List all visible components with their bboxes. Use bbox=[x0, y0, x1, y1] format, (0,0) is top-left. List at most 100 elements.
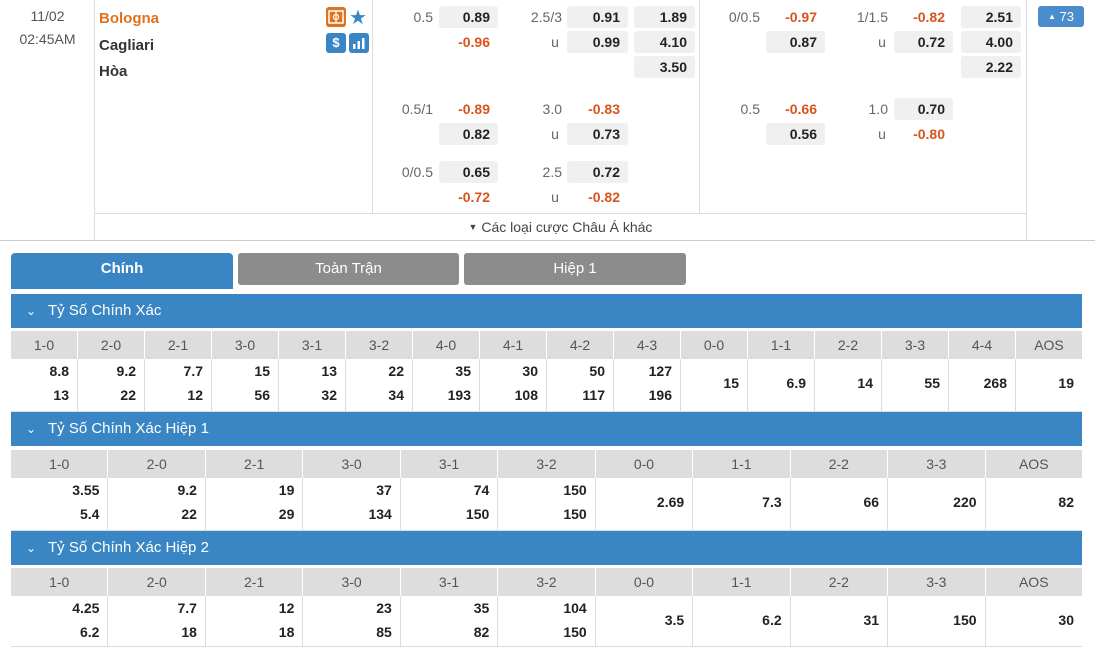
hdp-away-odds[interactable]: -0.72 bbox=[439, 186, 498, 208]
home-score-odds[interactable]: 12 bbox=[279, 600, 295, 616]
away-score-odds[interactable]: 34 bbox=[388, 387, 404, 403]
score-odds[interactable]: 7.3 bbox=[762, 494, 781, 510]
away-score-odds[interactable]: 134 bbox=[368, 506, 391, 522]
score-odds-cell[interactable]: 55 bbox=[882, 359, 949, 411]
home-score-odds[interactable]: 9.2 bbox=[177, 482, 196, 498]
score-odds-cell[interactable]: 9.2 22 bbox=[78, 359, 145, 411]
away-team[interactable]: Cagliari bbox=[99, 37, 154, 54]
ou-under-odds[interactable]: 0.99 bbox=[567, 31, 628, 53]
fh-1x2-home-odds[interactable]: 2.51 bbox=[961, 6, 1021, 28]
score-odds-cell[interactable]: 22 34 bbox=[346, 359, 413, 411]
score-odds-cell[interactable]: 19 29 bbox=[206, 478, 304, 530]
score-odds[interactable]: 6.9 bbox=[787, 375, 806, 391]
home-team[interactable]: Bologna bbox=[99, 10, 159, 27]
score-odds-cell[interactable]: 6.9 bbox=[748, 359, 815, 411]
field-icon[interactable] bbox=[326, 7, 346, 27]
score-odds-cell[interactable]: 220 bbox=[888, 478, 986, 530]
score-odds-cell[interactable]: 6.2 bbox=[693, 596, 791, 646]
home-score-odds[interactable]: 35 bbox=[455, 363, 471, 379]
score-odds-cell[interactable]: 3.55 5.4 bbox=[11, 478, 109, 530]
score-odds[interactable]: 268 bbox=[984, 375, 1007, 391]
score-odds[interactable]: 66 bbox=[864, 494, 880, 510]
hdp-home-odds[interactable]: 0.89 bbox=[439, 6, 498, 28]
away-score-odds[interactable]: 196 bbox=[649, 387, 672, 403]
away-score-odds[interactable]: 12 bbox=[187, 387, 203, 403]
away-score-odds[interactable]: 22 bbox=[120, 387, 136, 403]
away-score-odds[interactable]: 150 bbox=[563, 506, 586, 522]
away-score-odds[interactable]: 18 bbox=[181, 624, 197, 640]
score-odds[interactable]: 19 bbox=[1058, 375, 1074, 391]
score-odds-cell[interactable]: 15 bbox=[681, 359, 748, 411]
home-score-odds[interactable]: 9.2 bbox=[117, 363, 136, 379]
fh-hdp-home-odds[interactable]: -0.66 bbox=[766, 98, 825, 120]
away-score-odds[interactable]: 150 bbox=[466, 506, 489, 522]
home-score-odds[interactable]: 35 bbox=[474, 600, 490, 616]
score-odds[interactable]: 2.69 bbox=[657, 494, 684, 510]
away-score-odds[interactable]: 56 bbox=[254, 387, 270, 403]
score-odds-cell[interactable]: 31 bbox=[791, 596, 889, 646]
section-correct-score-header[interactable]: ⌄ Tỷ Số Chính Xác bbox=[11, 294, 1082, 328]
score-odds-cell[interactable]: 4.25 6.2 bbox=[11, 596, 109, 646]
fh-ou-over-odds[interactable]: -0.82 bbox=[894, 6, 953, 28]
home-score-odds[interactable]: 7.7 bbox=[177, 600, 196, 616]
home-score-odds[interactable]: 50 bbox=[589, 363, 605, 379]
home-score-odds[interactable]: 30 bbox=[522, 363, 538, 379]
ou-over-odds[interactable]: -0.83 bbox=[567, 98, 628, 120]
hdp-home-odds[interactable]: 0.65 bbox=[439, 161, 498, 183]
fh-ou-under-odds[interactable]: 0.72 bbox=[894, 31, 953, 53]
more-asian-odds-link[interactable]: ▼ Các loại cược Châu Á khác bbox=[95, 213, 1026, 240]
score-odds-cell[interactable]: 12 18 bbox=[206, 596, 304, 646]
score-odds-cell[interactable]: 35 82 bbox=[401, 596, 499, 646]
fh-1x2-away-odds[interactable]: 4.00 bbox=[961, 31, 1021, 53]
fh-hdp-away-odds[interactable]: 0.56 bbox=[766, 123, 825, 145]
score-odds-cell[interactable]: 7.7 18 bbox=[108, 596, 206, 646]
away-score-odds[interactable]: 18 bbox=[279, 624, 295, 640]
score-odds[interactable]: 30 bbox=[1058, 612, 1074, 628]
home-score-odds[interactable]: 8.8 bbox=[50, 363, 69, 379]
score-odds[interactable]: 6.2 bbox=[762, 612, 781, 628]
home-score-odds[interactable]: 3.55 bbox=[72, 482, 99, 498]
away-score-odds[interactable]: 22 bbox=[181, 506, 197, 522]
ou-over-odds[interactable]: 0.91 bbox=[567, 6, 628, 28]
score-odds-cell[interactable]: 50 117 bbox=[547, 359, 614, 411]
ou-under-odds[interactable]: 0.73 bbox=[567, 123, 628, 145]
home-score-odds[interactable]: 4.25 bbox=[72, 600, 99, 616]
fh-1x2-draw-odds[interactable]: 2.22 bbox=[961, 56, 1021, 78]
score-odds-cell[interactable]: 15 56 bbox=[212, 359, 279, 411]
score-odds-cell[interactable]: 8.8 13 bbox=[11, 359, 78, 411]
score-odds[interactable]: 31 bbox=[864, 612, 880, 628]
home-score-odds[interactable]: 150 bbox=[563, 482, 586, 498]
home-score-odds[interactable]: 15 bbox=[254, 363, 270, 379]
home-score-odds[interactable]: 19 bbox=[279, 482, 295, 498]
score-odds-cell[interactable]: 19 bbox=[1016, 359, 1082, 411]
score-odds-cell[interactable]: 127 196 bbox=[614, 359, 681, 411]
away-score-odds[interactable]: 85 bbox=[376, 624, 392, 640]
score-odds-cell[interactable]: 150 bbox=[888, 596, 986, 646]
hdp-away-odds[interactable]: -0.96 bbox=[439, 31, 498, 53]
1x2-draw-odds[interactable]: 3.50 bbox=[634, 56, 695, 78]
ou-over-odds[interactable]: 0.72 bbox=[567, 161, 628, 183]
score-odds-cell[interactable]: 23 85 bbox=[303, 596, 401, 646]
score-odds-cell[interactable]: 104 150 bbox=[498, 596, 596, 646]
score-odds-cell[interactable]: 82 bbox=[986, 478, 1082, 530]
more-markets-button[interactable]: ▲ 73 bbox=[1038, 6, 1084, 27]
tab-first-half[interactable]: Hiệp 1 bbox=[464, 253, 686, 285]
score-odds-cell[interactable]: 74 150 bbox=[401, 478, 499, 530]
home-score-odds[interactable]: 13 bbox=[321, 363, 337, 379]
score-odds-cell[interactable]: 7.3 bbox=[693, 478, 791, 530]
ou-under-odds[interactable]: -0.82 bbox=[567, 186, 628, 208]
score-odds-cell[interactable]: 37 134 bbox=[303, 478, 401, 530]
home-score-odds[interactable]: 104 bbox=[563, 600, 586, 616]
hdp-home-odds[interactable]: -0.89 bbox=[439, 98, 498, 120]
away-score-odds[interactable]: 150 bbox=[563, 624, 586, 640]
score-odds[interactable]: 220 bbox=[953, 494, 976, 510]
section-correct-score-second-half-header[interactable]: ⌄ Tỷ Số Chính Xác Hiệp 2 bbox=[11, 531, 1082, 565]
score-odds-cell[interactable]: 7.7 12 bbox=[145, 359, 212, 411]
fh-hdp-home-odds[interactable]: -0.97 bbox=[766, 6, 825, 28]
score-odds[interactable]: 55 bbox=[924, 375, 940, 391]
1x2-away-odds[interactable]: 4.10 bbox=[634, 31, 695, 53]
stats-icon[interactable] bbox=[349, 33, 369, 53]
score-odds-cell[interactable]: 30 bbox=[986, 596, 1082, 646]
away-score-odds[interactable]: 6.2 bbox=[80, 624, 99, 640]
hdp-away-odds[interactable]: 0.82 bbox=[439, 123, 498, 145]
